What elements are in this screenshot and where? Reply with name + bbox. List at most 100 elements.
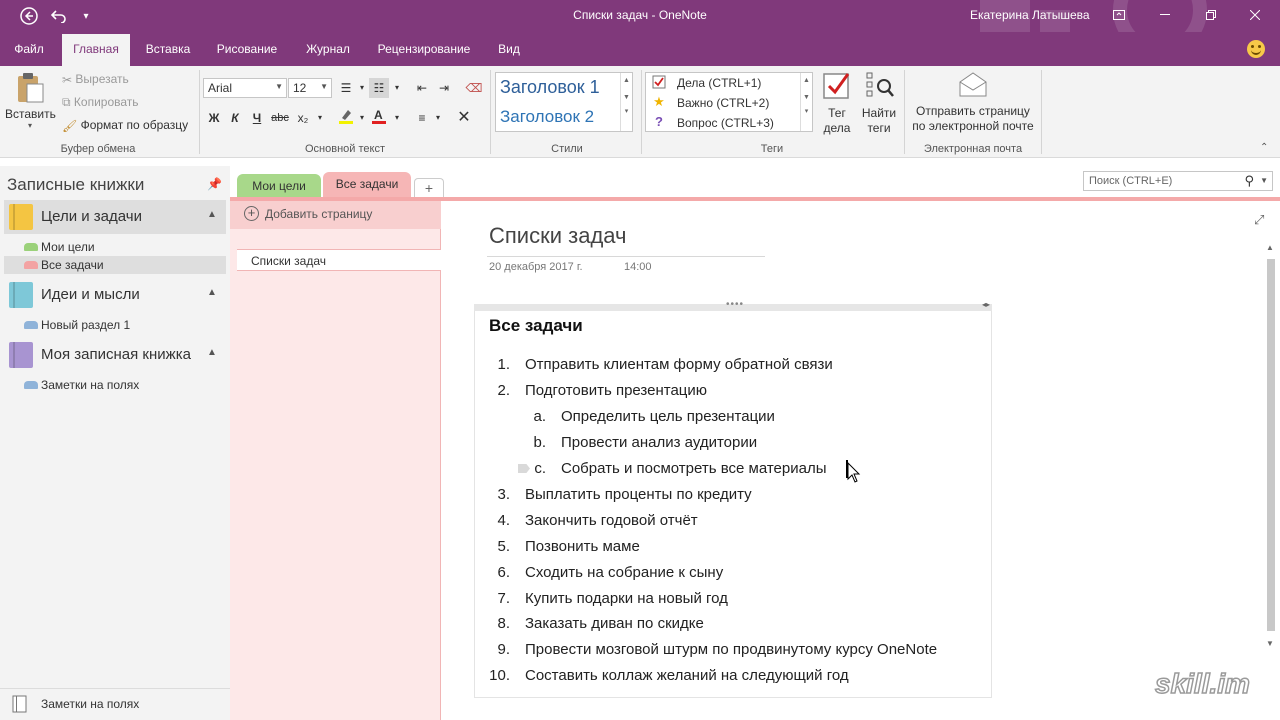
- tab-home[interactable]: Главная: [62, 34, 130, 66]
- styles-gallery[interactable]: Заголовок 1 Заголовок 2 ▲ ▼ ▾: [495, 72, 633, 132]
- font-size-combo[interactable]: 12 ▼: [288, 78, 332, 98]
- todo-check-icon: [823, 73, 850, 99]
- font-name-combo[interactable]: Arial ▼: [203, 78, 287, 98]
- section-my-goals[interactable]: Мои цели: [4, 238, 226, 256]
- chevron-up-icon[interactable]: ▲: [207, 287, 217, 298]
- notebook-title: Цели и задачи: [41, 208, 142, 225]
- tab-review[interactable]: Рецензирование: [370, 32, 478, 66]
- list-text: Позвонить маме: [525, 538, 640, 555]
- increase-indent-icon[interactable]: ⇥: [434, 78, 454, 98]
- title-bar: ▾ Списки задач - OneNote Екатерина Латыш…: [0, 0, 1280, 57]
- search-input[interactable]: Поиск (CTRL+E) ⚲ ▼: [1083, 171, 1273, 191]
- notebook-goals[interactable]: Цели и задачи ▲: [4, 200, 226, 234]
- tags-gallery[interactable]: Дела (CTRL+1) ★ Важно (CTRL+2) ? Вопрос …: [645, 72, 813, 132]
- chevron-up-icon[interactable]: ▲: [207, 209, 217, 220]
- tab-draw[interactable]: Рисование: [208, 32, 286, 66]
- email-page-label: Отправить страницу по электронной почте: [908, 104, 1038, 134]
- email-group-label: Электронная почта: [923, 143, 1023, 155]
- font-color-icon[interactable]: A: [369, 108, 389, 128]
- drag-handle-icon[interactable]: ••••: [726, 299, 744, 310]
- close-button[interactable]: [1240, 4, 1270, 26]
- restore-button[interactable]: [1196, 4, 1226, 26]
- format-painter-button[interactable]: 🖌 Формат по образцу: [62, 118, 188, 133]
- minimize-button[interactable]: [1150, 4, 1180, 26]
- notebook-my-notebook[interactable]: Моя записная книжка ▲: [4, 338, 226, 372]
- user-name[interactable]: Екатерина Латышева: [970, 8, 1090, 22]
- underline-button[interactable]: Ч: [247, 108, 267, 128]
- strikethrough-button[interactable]: abc: [270, 108, 290, 128]
- add-section-tab[interactable]: +: [414, 178, 444, 198]
- chevron-down-icon[interactable]: ▾: [310, 108, 330, 128]
- chevron-down-icon[interactable]: ▼: [1260, 176, 1268, 185]
- collapse-ribbon-icon[interactable]: ⌃: [1260, 142, 1268, 153]
- notebook-ideas[interactable]: Идеи и мысли ▲: [4, 278, 226, 312]
- bold-button[interactable]: Ж: [204, 108, 224, 128]
- tab-insert[interactable]: Вставка: [138, 32, 198, 66]
- chevron-down-icon[interactable]: ▾: [387, 108, 407, 128]
- svg-text:A: A: [374, 108, 383, 122]
- title-underline: [487, 256, 765, 257]
- list-number: 3.: [497, 486, 510, 503]
- list-text: Закончить годовой отчёт: [525, 512, 698, 529]
- list-text: Заказать диван по скидке: [525, 615, 704, 632]
- find-tags-button[interactable]: Найти теги: [858, 70, 900, 136]
- tags-scroll[interactable]: ▲ ▼ ▾: [800, 73, 812, 131]
- tab-file[interactable]: Файл: [6, 32, 52, 66]
- tab-view[interactable]: Вид: [490, 32, 528, 66]
- chevron-up-icon[interactable]: ▲: [207, 347, 217, 358]
- search-icon[interactable]: ⚲: [1244, 173, 1254, 189]
- styles-scroll[interactable]: ▲ ▼ ▾: [620, 73, 632, 131]
- list-text: Составить коллаж желаний на следующий го…: [525, 667, 849, 684]
- section-tab-my-goals[interactable]: Мои цели: [237, 174, 321, 198]
- quick-notes-footer[interactable]: Заметки на полях: [0, 688, 230, 720]
- tag-todo[interactable]: Дела (CTRL+1): [646, 73, 800, 93]
- email-page-button[interactable]: Отправить страницу по электронной почте: [908, 70, 1038, 134]
- tab-history[interactable]: Журнал: [296, 32, 360, 66]
- list-text: Отправить клиентам форму обратной связи: [525, 356, 833, 373]
- scissors-icon: ✂: [62, 72, 73, 87]
- resize-icon[interactable]: ◂▸: [982, 300, 990, 309]
- list-number: 6.: [497, 564, 510, 581]
- section-all-tasks[interactable]: Все задачи: [4, 256, 226, 274]
- pin-icon[interactable]: 📌: [207, 177, 222, 191]
- vertical-scrollbar[interactable]: ▲ ▼: [1264, 241, 1278, 650]
- italic-button[interactable]: К: [225, 108, 245, 128]
- section-title: Заметки на полях: [41, 378, 140, 392]
- scroll-up-icon[interactable]: ▲: [1266, 243, 1274, 252]
- paste-button[interactable]: Вставить ▾: [5, 72, 56, 130]
- numbering-icon[interactable]: ☷: [369, 78, 389, 98]
- scroll-thumb[interactable]: [1267, 259, 1275, 631]
- section-new-section-1[interactable]: Новый раздел 1: [4, 316, 226, 334]
- tag-important[interactable]: ★ Важно (CTRL+2): [646, 93, 800, 113]
- styles-group-label: Стили: [551, 143, 583, 155]
- todo-tag-button[interactable]: Тег дела: [818, 70, 856, 136]
- chevron-down-icon[interactable]: ▾: [387, 78, 407, 98]
- add-page-button[interactable]: + Добавить страницу: [230, 201, 441, 229]
- page-time: 14:00: [624, 261, 652, 273]
- cut-button[interactable]: ✂ Вырезать: [62, 72, 129, 87]
- scroll-down-icon[interactable]: ▼: [1266, 639, 1274, 648]
- page-item[interactable]: Списки задач: [237, 249, 441, 271]
- style-heading2[interactable]: Заголовок 2: [500, 107, 594, 127]
- decrease-indent-icon[interactable]: ⇤: [412, 78, 432, 98]
- clear-formatting-icon[interactable]: ⌫: [464, 78, 484, 98]
- expand-icon[interactable]: ⤢: [1254, 212, 1264, 228]
- section-tab-all-tasks[interactable]: Все задачи: [323, 172, 411, 199]
- delete-icon[interactable]: ✕: [454, 108, 474, 128]
- style-heading1[interactable]: Заголовок 1: [500, 77, 600, 98]
- list-heading[interactable]: Все задачи: [489, 316, 583, 336]
- chevron-down-icon[interactable]: ▾: [428, 108, 448, 128]
- page-date: 20 декабря 2017 г.: [489, 261, 583, 273]
- feedback-smiley-icon[interactable]: [1247, 40, 1265, 58]
- clipboard-group-label: Буфер обмена: [60, 143, 136, 155]
- section-title: Новый раздел 1: [41, 318, 131, 332]
- list-text: Купить подарки на новый год: [525, 590, 728, 607]
- notebooks-header[interactable]: Записные книжки: [7, 175, 144, 195]
- note-container-handle[interactable]: •••• ◂▸: [474, 299, 992, 311]
- copy-button[interactable]: ⧉ Копировать: [62, 95, 139, 110]
- tag-question[interactable]: ? Вопрос (CTRL+3): [646, 113, 800, 133]
- list-number: 8.: [497, 615, 510, 632]
- page-title[interactable]: Списки задач: [489, 223, 627, 249]
- ribbon-display-icon[interactable]: [1104, 4, 1134, 26]
- section-quick-notes[interactable]: Заметки на полях: [4, 376, 226, 394]
